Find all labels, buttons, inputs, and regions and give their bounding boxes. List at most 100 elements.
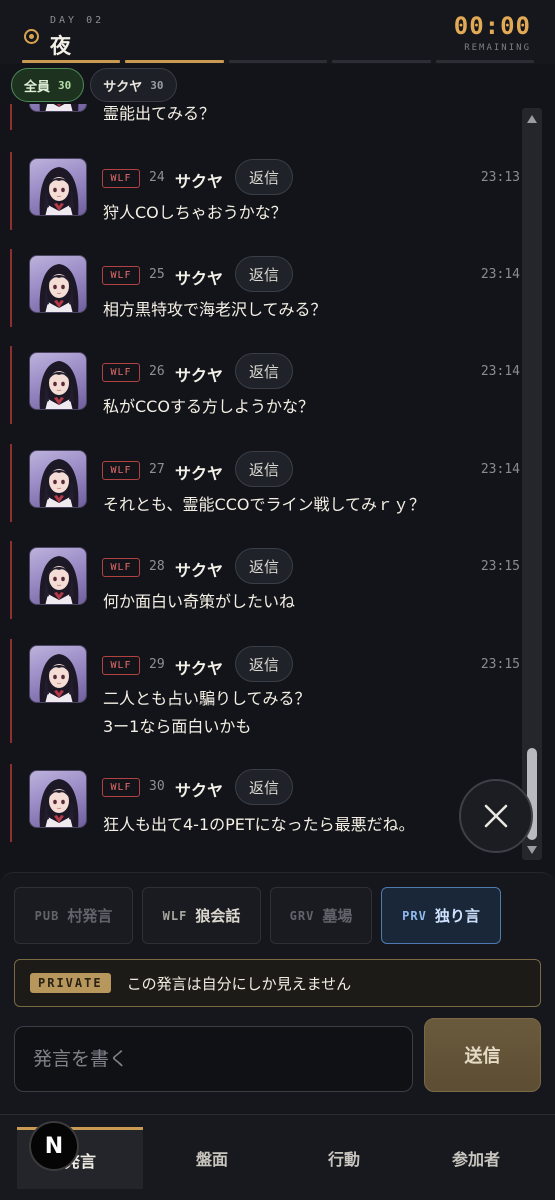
channel-label: 狼会話 — [195, 907, 241, 925]
wolf-channel-bar — [10, 444, 12, 522]
message-number: 27 — [149, 462, 165, 477]
wolf-tag: WLF — [102, 461, 140, 480]
avatar — [29, 770, 87, 828]
nav-tab-board[interactable]: 盤面 — [149, 1127, 275, 1189]
message-number: 28 — [149, 559, 165, 574]
wolf-channel-bar — [10, 639, 12, 743]
message-text: 霊能出てみる？ — [103, 104, 216, 123]
close-button[interactable] — [459, 779, 533, 853]
wolf-channel-bar — [10, 541, 12, 619]
channel-label: 独り言 — [434, 907, 480, 925]
nav-tab-action[interactable]: 行動 — [281, 1127, 407, 1189]
chat-log[interactable]: 霊能出てみる？ WLF 24 サクヤ 返信 23:13 狩人COしちゃおうかな？… — [0, 104, 555, 870]
message-time: 23:14 — [480, 462, 520, 477]
message-text: 二人とも占い騙りしてみる？ 3ー1なら面白いかも — [103, 689, 311, 736]
chat-message: WLF 30 サクヤ 返信 狂人も出て4-1のPETになったら最悪だね。 — [0, 764, 520, 844]
wolf-tag: WLF — [102, 558, 140, 577]
wolf-channel-bar — [10, 104, 12, 130]
speaker-name[interactable]: サクヤ — [175, 557, 223, 581]
message-input[interactable] — [14, 1026, 413, 1092]
phase-progress — [22, 60, 535, 63]
bottom-navigation: 発言 盤面 行動 参加者 — [0, 1114, 555, 1200]
chat-message: WLF 29 サクヤ 返信 23:15 二人とも占い騙りしてみる？ 3ー1なら面… — [0, 639, 520, 745]
wolf-tag: WLF — [102, 363, 140, 382]
message-number: 29 — [149, 657, 165, 672]
remaining-label: REMAINING — [464, 43, 531, 53]
filter-sakuya[interactable]: サクヤ 30 — [90, 68, 177, 102]
message-text: 何か面白い奇策がしたいね — [103, 592, 296, 611]
chat-message-partial: 霊能出てみる？ — [0, 104, 520, 130]
channel-label: 墓場 — [322, 907, 353, 925]
message-time: 23:14 — [480, 364, 520, 379]
message-text: 相方黒特攻で海老沢してみる？ — [103, 300, 327, 319]
progress-segment — [435, 60, 535, 63]
nav-tab-participants[interactable]: 参加者 — [413, 1127, 539, 1189]
message-time: 23:15 — [480, 559, 520, 574]
message-number: 24 — [149, 170, 165, 185]
chat-scrollbar[interactable] — [522, 108, 542, 860]
message-time: 23:14 — [480, 267, 520, 282]
avatar — [29, 104, 87, 112]
wolf-channel-bar — [10, 152, 12, 230]
filter-label: サクヤ — [103, 79, 143, 95]
channel-code: PUB — [34, 908, 60, 923]
filter-all[interactable]: 全員 30 — [11, 68, 85, 102]
message-time: 23:13 — [480, 170, 520, 185]
reply-button[interactable]: 返信 — [235, 159, 293, 195]
avatar — [29, 255, 87, 313]
speaker-name[interactable]: サクヤ — [175, 265, 223, 289]
channel-prv-button[interactable]: PRV 独り言 — [381, 887, 501, 944]
wolf-tag: WLF — [102, 169, 140, 188]
day-label: DAY 02 — [50, 15, 105, 26]
wolf-tag: WLF — [102, 266, 140, 285]
speaker-name[interactable]: サクヤ — [175, 362, 223, 386]
channel-code: PRV — [402, 908, 427, 923]
channel-pub-button[interactable]: PUB 村発言 — [14, 887, 133, 944]
night-phase-icon — [24, 29, 39, 44]
private-badge: PRIVATE — [30, 973, 111, 993]
private-notice: PRIVATE この発言は自分にしか見えません — [14, 959, 541, 1007]
message-number: 30 — [149, 779, 165, 794]
reply-button[interactable]: 返信 — [235, 769, 293, 805]
message-text: それとも、霊能CCOでライン戦してみｒｙ？ — [103, 495, 425, 514]
filter-count: 30 — [58, 78, 72, 92]
scroll-up-arrow-icon[interactable] — [527, 115, 537, 123]
chat-message: WLF 24 サクヤ 返信 23:13 狩人COしちゃおうかな？ — [0, 152, 520, 232]
chat-message: WLF 27 サクヤ 返信 23:14 それとも、霊能CCOでライン戦してみｒｙ… — [0, 444, 520, 524]
reply-button[interactable]: 返信 — [235, 548, 293, 584]
chat-message: WLF 26 サクヤ 返信 23:14 私がCCOする方しようかな？ — [0, 346, 520, 426]
message-text: 狩人COしちゃおうかな？ — [103, 203, 287, 222]
channel-code: WLF — [162, 908, 188, 923]
avatar — [29, 547, 87, 605]
filter-count: 30 — [150, 78, 164, 92]
avatar — [29, 645, 87, 703]
channel-code: GRV — [289, 908, 315, 923]
reply-button[interactable]: 返信 — [235, 256, 293, 292]
message-text: 狂人も出て4-1のPETになったら最悪だね。 — [103, 815, 415, 834]
private-notice-text: この発言は自分にしか見えません — [126, 974, 352, 993]
filter-label: 全員 — [24, 79, 51, 95]
reply-button[interactable]: 返信 — [235, 353, 293, 389]
chat-message: WLF 25 サクヤ 返信 23:14 相方黒特攻で海老沢してみる？ — [0, 249, 520, 329]
reply-button[interactable]: 返信 — [235, 451, 293, 487]
n-logo-badge[interactable]: N — [29, 1121, 79, 1171]
wolf-channel-bar — [10, 764, 12, 842]
channel-wlf-button[interactable]: WLF 狼会話 — [142, 887, 261, 944]
scroll-down-arrow-icon[interactable] — [527, 846, 537, 854]
wolf-channel-bar — [10, 249, 12, 327]
top-header: DAY 02 夜 00:00 REMAINING — [0, 0, 555, 64]
avatar — [29, 158, 87, 216]
progress-segment — [228, 60, 328, 63]
reply-button[interactable]: 返信 — [235, 646, 293, 682]
speaker-name[interactable]: サクヤ — [175, 777, 223, 801]
progress-segment — [22, 60, 121, 63]
chat-message: WLF 28 サクヤ 返信 23:15 何か面白い奇策がしたいね — [0, 541, 520, 621]
progress-segment — [332, 60, 431, 63]
avatar — [29, 450, 87, 508]
speaker-name[interactable]: サクヤ — [175, 655, 223, 679]
send-button[interactable]: 送信 — [424, 1018, 541, 1092]
speaker-name[interactable]: サクヤ — [175, 460, 223, 484]
speaker-name[interactable]: サクヤ — [175, 168, 223, 192]
avatar — [29, 352, 87, 410]
channel-grv-button[interactable]: GRV 墓場 — [270, 887, 372, 944]
